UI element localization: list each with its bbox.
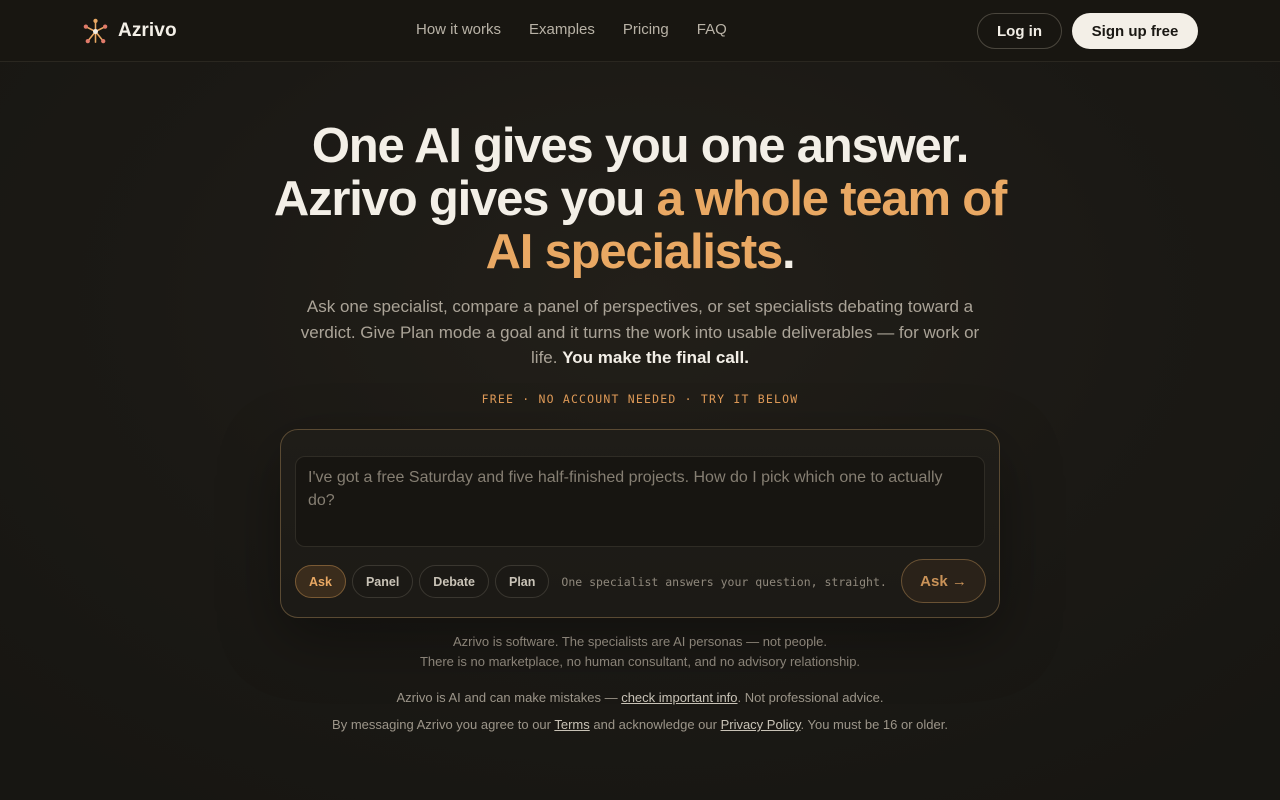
mode-debate-button[interactable]: Debate	[419, 565, 489, 598]
hero-subtitle-strong: You make the final call.	[562, 348, 749, 367]
nav-link-how-it-works[interactable]: How it works	[402, 19, 515, 40]
brand[interactable]: Azrivo	[82, 17, 177, 45]
hero-title-period: .	[782, 225, 796, 279]
mode-panel-button[interactable]: Panel	[351, 565, 414, 598]
tagline: FREE · NO ACCOUNT NEEDED · TRY IT BELOW	[481, 392, 799, 406]
terms-link[interactable]: Terms	[554, 717, 589, 732]
hero-title: One AI gives you one answer. Azrivo give…	[200, 120, 1080, 279]
ai-disclaimer: Azrivo is software. The specialists are …	[300, 632, 980, 672]
nav-link-pricing[interactable]: Pricing	[609, 19, 683, 40]
disclaimer-line1: Azrivo is software. The specialists are …	[452, 634, 828, 649]
brand-logo-icon	[83, 18, 108, 43]
agree-mid: and acknowledge our	[589, 717, 721, 732]
mode-plan-button[interactable]: Plan	[494, 565, 550, 598]
agree-pre: By messaging Azrivo you agree to our	[332, 717, 555, 732]
mistakes-post: . Not professional advice.	[737, 690, 884, 705]
mistakes-pre: Azrivo is AI and can make mistakes —	[396, 690, 622, 705]
mistakes-notice: Azrivo is AI and can make mistakes — che…	[300, 689, 980, 707]
hero-subtitle: Ask one specialist, compare a panel of p…	[300, 294, 980, 371]
nav-link-examples[interactable]: Examples	[515, 19, 609, 40]
disclaimer-line2: There is no marketplace, no human consul…	[419, 654, 861, 669]
composer-card: Ask Panel Debate Plan One specialist ans…	[280, 429, 1000, 618]
important-info-link[interactable]: check important info	[621, 690, 737, 705]
mode-description: One specialist answers your question, st…	[561, 574, 887, 589]
login-button[interactable]: Log in	[977, 13, 1062, 49]
hero-title-line2: Azrivo gives you	[273, 172, 657, 226]
ask-submit-button[interactable]: Ask →	[901, 559, 986, 603]
nav-links: How it works Examples Pricing FAQ	[402, 19, 741, 40]
brand-name: Azrivo	[118, 20, 177, 41]
agree-post: . You must be 16 or older.	[800, 717, 948, 732]
signup-button[interactable]: Sign up free	[1072, 13, 1198, 49]
hero-title-accent-2: AI specialists	[485, 225, 784, 279]
privacy-policy-link[interactable]: Privacy Policy	[721, 717, 801, 732]
hero-title-accent-1: a whole team of	[656, 172, 1008, 226]
mode-ask-button[interactable]: Ask	[295, 565, 346, 598]
hero-title-line1: One AI gives you one answer.	[311, 119, 969, 173]
terms-notice: By messaging Azrivo you agree to our Ter…	[330, 715, 950, 734]
question-input[interactable]	[295, 456, 985, 547]
mode-selector: Ask Panel Debate Plan One specialist ans…	[295, 565, 887, 598]
nav-link-faq[interactable]: FAQ	[683, 19, 741, 40]
top-nav: Azrivo How it works Examples Pricing FAQ…	[0, 0, 1280, 62]
